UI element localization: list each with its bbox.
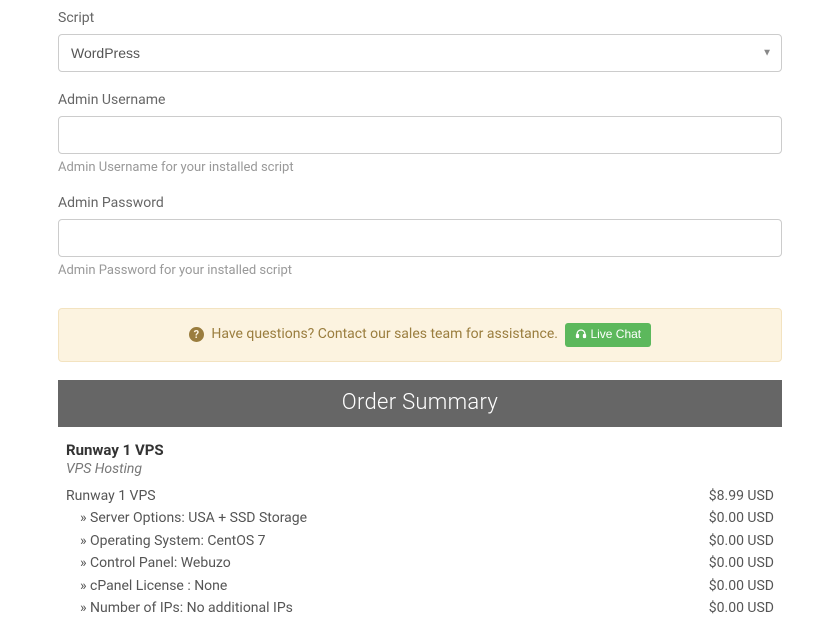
summary-line-price: $0.00 USD [709,530,774,552]
question-icon: ? [189,327,204,342]
summary-lines: Runway 1 VPS$8.99 USDServer Options: USA… [66,485,774,619]
summary-line-label: Runway 1 VPS [66,485,709,507]
headset-icon [575,328,587,343]
summary-line: Number of IPs: No additional IPs$0.00 US… [66,597,774,619]
summary-line-label: Control Panel: Webuzo [66,552,709,574]
summary-line-price: $8.99 USD [709,485,774,507]
order-summary: Order Summary Runway 1 VPS VPS Hosting R… [58,380,782,619]
admin-username-label: Admin Username [58,92,782,108]
script-select[interactable]: WordPress [58,34,782,72]
script-label: Script [58,10,782,26]
admin-username-help: Admin Username for your installed script [58,160,782,175]
field-admin-username: Admin Username Admin Username for your i… [58,92,782,175]
alert-text: Have questions? Contact our sales team f… [211,326,558,342]
summary-line: Control Panel: Webuzo$0.00 USD [66,552,774,574]
summary-line-price: $0.00 USD [709,597,774,619]
live-chat-label: Live Chat [590,327,641,341]
summary-line: Runway 1 VPS$8.99 USD [66,485,774,507]
summary-line-label: Server Options: USA + SSD Storage [66,507,709,529]
summary-line-label: Operating System: CentOS 7 [66,530,709,552]
summary-line-label: Number of IPs: No additional IPs [66,597,709,619]
field-script: Script WordPress ▼ [58,10,782,72]
order-summary-body: Runway 1 VPS VPS Hosting Runway 1 VPS$8.… [58,427,782,619]
admin-password-label: Admin Password [58,195,782,211]
sales-alert: ? Have questions? Contact our sales team… [58,308,782,362]
summary-line-price: $0.00 USD [709,507,774,529]
live-chat-button[interactable]: Live Chat [565,323,651,347]
summary-line-label: cPanel License : None [66,575,709,597]
admin-username-input[interactable] [58,116,782,154]
script-select-wrap: WordPress ▼ [58,34,782,72]
summary-line: Server Options: USA + SSD Storage$0.00 U… [66,507,774,529]
summary-line: Operating System: CentOS 7$0.00 USD [66,530,774,552]
summary-line-price: $0.00 USD [709,552,774,574]
summary-line-price: $0.00 USD [709,575,774,597]
order-summary-title: Order Summary [58,380,782,427]
admin-password-input[interactable] [58,219,782,257]
admin-password-help: Admin Password for your installed script [58,263,782,278]
field-admin-password: Admin Password Admin Password for your i… [58,195,782,278]
summary-line: cPanel License : None$0.00 USD [66,575,774,597]
product-name: Runway 1 VPS [66,441,774,459]
product-category: VPS Hosting [66,461,774,477]
